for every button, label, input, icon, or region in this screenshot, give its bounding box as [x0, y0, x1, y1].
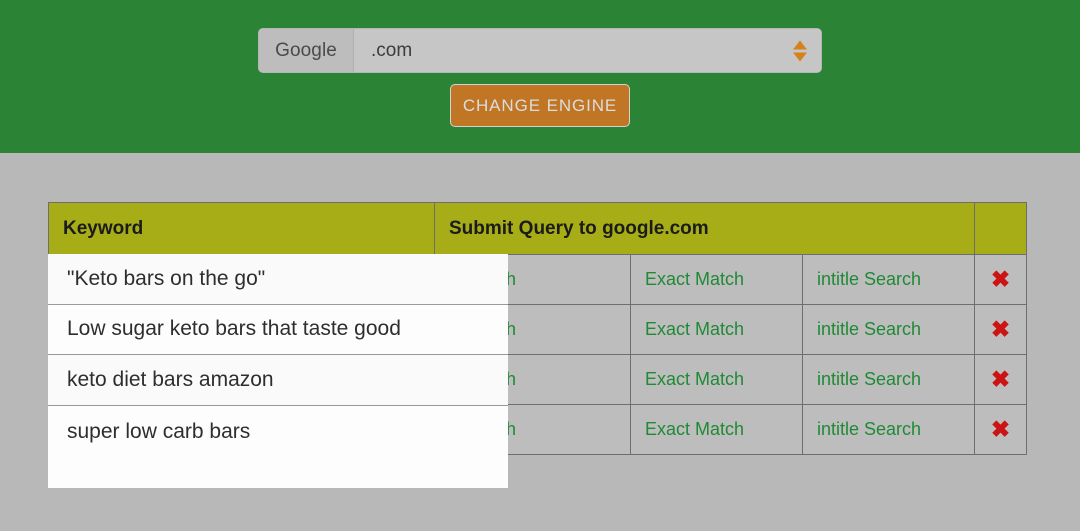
delete-row-icon[interactable]: ✖	[991, 367, 1010, 391]
cell-intitle-search[interactable]: intitle Search	[801, 304, 976, 355]
engine-selector-bar: Google .com CHANGE ENGINE	[0, 0, 1080, 153]
delete-row-icon[interactable]: ✖	[991, 267, 1010, 291]
table-header-row: Keyword Submit Query to google.com	[48, 202, 1028, 255]
cell-exact-match[interactable]: Exact Match	[630, 304, 803, 355]
column-header-actions	[974, 202, 1028, 255]
cell-delete[interactable]: ✖	[974, 304, 1028, 355]
list-item[interactable]: "Keto bars on the go"	[48, 254, 508, 305]
engine-tld-select[interactable]: .com	[354, 29, 821, 72]
cell-delete[interactable]: ✖	[974, 254, 1028, 305]
cell-intitle-search[interactable]: intitle Search	[801, 404, 976, 455]
cell-intitle-search[interactable]: intitle Search	[801, 354, 976, 405]
column-header-keyword: Keyword	[48, 202, 435, 255]
engine-tld-value: .com	[371, 39, 413, 61]
delete-row-icon[interactable]: ✖	[991, 317, 1010, 341]
cell-delete[interactable]: ✖	[974, 354, 1028, 405]
keyword-suggestion-overlay: "Keto bars on the go" Low sugar keto bar…	[48, 254, 508, 488]
chevron-down-icon[interactable]	[793, 52, 807, 61]
cell-delete[interactable]: ✖	[974, 404, 1028, 455]
list-item[interactable]: keto diet bars amazon	[48, 355, 508, 406]
search-engine-select[interactable]: Google .com	[258, 28, 822, 73]
up-down-spinner-icon[interactable]	[793, 40, 807, 61]
engine-prefix-label: Google	[259, 29, 354, 72]
list-item[interactable]: super low carb bars	[48, 405, 508, 488]
cell-intitle-search[interactable]: intitle Search	[801, 254, 976, 305]
cell-exact-match[interactable]: Exact Match	[630, 404, 803, 455]
cell-exact-match[interactable]: Exact Match	[630, 354, 803, 405]
list-item[interactable]: Low sugar keto bars that taste good	[48, 304, 508, 355]
column-header-submit-query: Submit Query to google.com	[433, 202, 976, 255]
delete-row-icon[interactable]: ✖	[991, 417, 1010, 441]
cell-exact-match[interactable]: Exact Match	[630, 254, 803, 305]
app-root: Google .com CHANGE ENGINE Keyword Submit…	[0, 0, 1080, 531]
change-engine-button[interactable]: CHANGE ENGINE	[450, 84, 630, 127]
chevron-up-icon[interactable]	[793, 40, 807, 49]
table-header: Keyword Submit Query to google.com	[48, 202, 1028, 255]
